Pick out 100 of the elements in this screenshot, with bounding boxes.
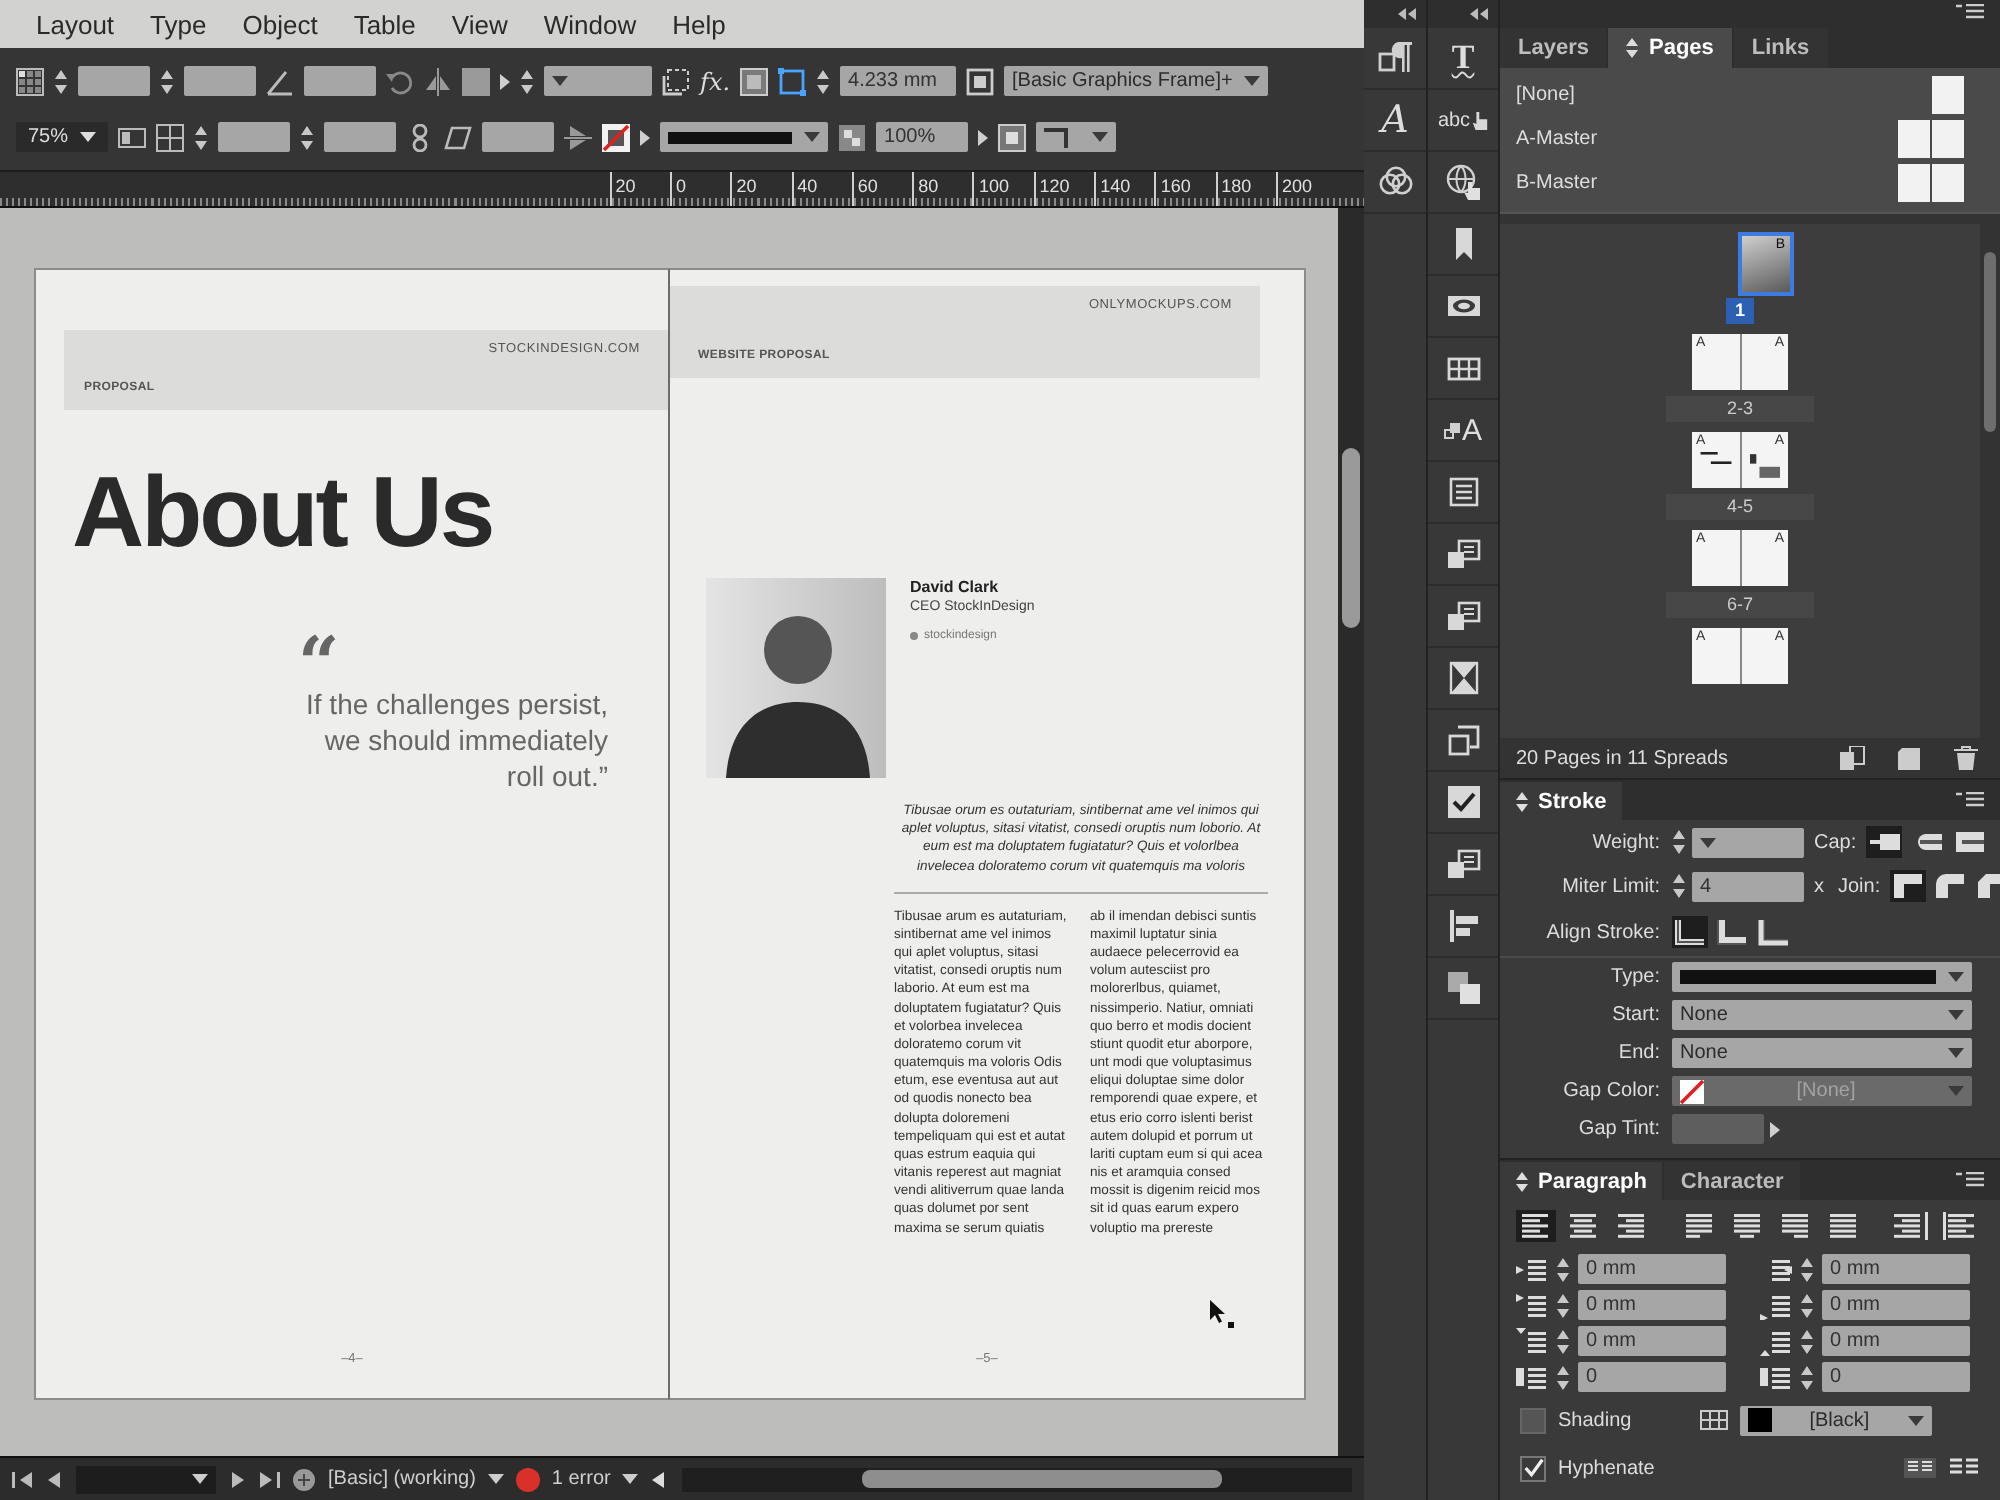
number-field[interactable] bbox=[482, 122, 555, 152]
bevel-join-icon[interactable] bbox=[1974, 870, 2000, 902]
zoom-dropdown[interactable]: 75% bbox=[16, 122, 109, 152]
number-field[interactable] bbox=[218, 122, 291, 152]
align-bars-icon[interactable] bbox=[1445, 908, 1481, 944]
spinner-icon[interactable] bbox=[1672, 828, 1686, 856]
panel-menu-icon[interactable] bbox=[1956, 4, 1984, 20]
stroke-weight-dropdown[interactable] bbox=[1692, 827, 1804, 857]
nested-squares-icon[interactable] bbox=[740, 67, 769, 95]
tool-glyph[interactable]: abc bbox=[1437, 109, 1471, 131]
number-field[interactable]: 0 bbox=[1578, 1362, 1726, 1392]
play-arrow-icon[interactable] bbox=[1770, 1121, 1780, 1137]
overlapping-pages-icon[interactable] bbox=[1840, 746, 1868, 770]
selection-frame-icon[interactable] bbox=[778, 67, 807, 95]
panel-menu-icon[interactable] bbox=[1956, 1172, 1984, 1188]
tool-glyph[interactable]: T bbox=[1451, 38, 1475, 78]
vertical-scrollbar[interactable] bbox=[1338, 208, 1364, 1456]
caret-icon[interactable] bbox=[804, 132, 821, 142]
menu-item[interactable]: Layout bbox=[28, 5, 123, 43]
master-item[interactable]: A-Master bbox=[1516, 127, 1598, 149]
master-thumbnail[interactable] bbox=[1898, 119, 1930, 157]
tool-glyph[interactable]: A bbox=[1461, 413, 1482, 447]
opacity-field[interactable]: 100% bbox=[876, 122, 969, 152]
inside-stroke-icon[interactable] bbox=[1714, 916, 1750, 948]
grid-icon[interactable] bbox=[1699, 1410, 1728, 1430]
shading-color-dropdown[interactable]: [Black] bbox=[1739, 1405, 1932, 1435]
preflight-profile[interactable]: [Basic] (working) bbox=[328, 1468, 476, 1490]
flip-icon[interactable] bbox=[424, 67, 452, 95]
miter-join-icon[interactable] bbox=[1890, 870, 1927, 902]
previous-page-icon[interactable] bbox=[44, 1471, 64, 1487]
center-stroke-icon[interactable] bbox=[1672, 916, 1708, 948]
menu-item[interactable]: View bbox=[443, 5, 516, 43]
text-columns-icon[interactable] bbox=[1948, 1458, 1980, 1478]
spinner-icon[interactable] bbox=[1800, 1363, 1814, 1391]
globe-hand-icon[interactable] bbox=[1445, 164, 1481, 200]
reference-point-icon[interactable] bbox=[16, 67, 44, 95]
overlapping-frames-icon[interactable] bbox=[1445, 722, 1481, 758]
text-columns-icon[interactable] bbox=[1904, 1458, 1936, 1478]
number-field[interactable]: 0 bbox=[1822, 1362, 1970, 1392]
panel-tab[interactable]: Character bbox=[1664, 1162, 1800, 1200]
spinner-icon[interactable] bbox=[520, 67, 534, 95]
stacked-frames-icon[interactable] bbox=[1445, 846, 1481, 882]
spinner-icon[interactable] bbox=[816, 67, 831, 95]
spread-label[interactable]: 1 bbox=[1726, 298, 1753, 324]
tool-glyph[interactable]: A bbox=[1381, 98, 1409, 142]
caret-icon[interactable] bbox=[1092, 132, 1109, 142]
number-field[interactable] bbox=[78, 66, 150, 96]
first-page-icon[interactable] bbox=[12, 1471, 32, 1487]
end-dropdown[interactable]: None bbox=[1672, 1038, 1972, 1068]
checkbox[interactable] bbox=[1520, 1407, 1546, 1433]
preflight-status[interactable]: 1 error bbox=[551, 1468, 611, 1490]
panel-tab[interactable]: Stroke bbox=[1500, 782, 1623, 820]
caret-icon[interactable] bbox=[1948, 1048, 1964, 1058]
number-field[interactable]: 0 mm bbox=[1822, 1326, 1970, 1356]
caret-icon[interactable] bbox=[1244, 76, 1261, 86]
spinner-icon[interactable] bbox=[160, 67, 174, 95]
spinner-icon[interactable] bbox=[1800, 1327, 1814, 1355]
projecting-cap-icon[interactable] bbox=[1950, 826, 1987, 858]
effects-label[interactable]: fx. bbox=[700, 67, 731, 95]
caret-icon[interactable] bbox=[622, 1474, 639, 1484]
updown-arrows-icon[interactable] bbox=[1516, 791, 1528, 811]
menu-item[interactable]: Object bbox=[234, 5, 326, 43]
stacked-frames-icon[interactable] bbox=[1445, 598, 1481, 634]
caret-icon[interactable] bbox=[1948, 972, 1964, 982]
start-dropdown[interactable]: None bbox=[1672, 1000, 1972, 1030]
checkbox-label[interactable]: Shading bbox=[1558, 1409, 1632, 1431]
checkbox[interactable] bbox=[1520, 1455, 1546, 1481]
trash-icon[interactable] bbox=[1952, 746, 1980, 770]
flip-vertical-icon[interactable] bbox=[564, 123, 593, 151]
master-thumbnail[interactable] bbox=[1932, 119, 1964, 157]
scrollbar-thumb[interactable] bbox=[1984, 252, 1996, 432]
spread-label[interactable]: 2-3 bbox=[1666, 396, 1813, 422]
framed-square-icon[interactable] bbox=[966, 67, 995, 95]
rotate-icon[interactable] bbox=[386, 67, 414, 95]
screen-icon[interactable] bbox=[118, 123, 147, 151]
outside-stroke-icon[interactable] bbox=[1756, 916, 1792, 948]
spinner-icon[interactable] bbox=[194, 123, 209, 151]
caret-icon[interactable] bbox=[552, 76, 568, 86]
number-field[interactable]: 0 mm bbox=[1578, 1254, 1726, 1284]
list-icon[interactable] bbox=[1445, 474, 1481, 510]
panel-tab[interactable]: Pages bbox=[1608, 28, 1732, 68]
master-thumbnail[interactable] bbox=[1898, 163, 1930, 201]
stroke-type-dropdown[interactable] bbox=[660, 122, 829, 152]
parallelogram-icon[interactable] bbox=[444, 123, 473, 151]
spread-label[interactable]: 6-7 bbox=[1666, 592, 1813, 618]
round-join-icon[interactable] bbox=[1932, 870, 1969, 902]
scrollbar-thumb[interactable] bbox=[1342, 448, 1360, 628]
spinner-icon[interactable] bbox=[1556, 1363, 1570, 1391]
master-item[interactable]: [None] bbox=[1516, 83, 1575, 105]
page-field[interactable] bbox=[76, 1465, 216, 1493]
new-page-icon[interactable] bbox=[1896, 746, 1924, 770]
menu-item[interactable]: Window bbox=[535, 5, 645, 43]
spinner-icon[interactable] bbox=[1556, 1291, 1570, 1319]
caret-icon[interactable] bbox=[487, 1474, 504, 1484]
updown-arrows-icon[interactable] bbox=[1626, 38, 1639, 58]
pilcrow-icon[interactable] bbox=[1377, 40, 1413, 76]
last-page-icon[interactable] bbox=[260, 1471, 280, 1487]
number-field[interactable]: 0 mm bbox=[1578, 1290, 1726, 1320]
collapse-icon[interactable] bbox=[1398, 8, 1418, 20]
panel-menu-icon[interactable] bbox=[1956, 792, 1984, 808]
